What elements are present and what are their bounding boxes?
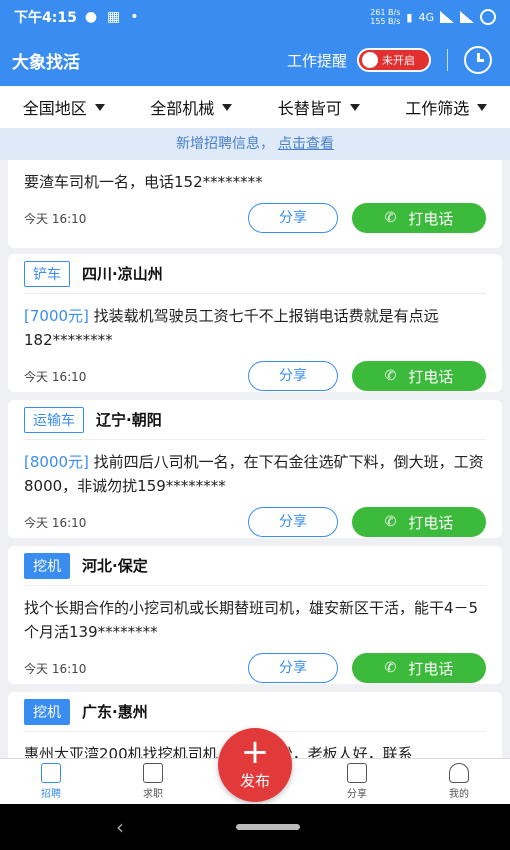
dot-icon: •: [130, 9, 139, 25]
wechat-icon: ●: [84, 9, 98, 25]
call-button[interactable]: ✆ 打电话: [352, 507, 486, 537]
filter-bar: 全国地区 全部机械 长替皆可 工作筛选: [0, 86, 510, 128]
signal-icon-2: [460, 11, 474, 23]
phone-icon: ✆: [384, 514, 397, 530]
job-footer: 今天 16:10 分享 ✆ 打电话: [24, 194, 486, 242]
document-icon: [41, 763, 61, 783]
job-card[interactable]: 运输车 辽宁·朝阳 [8000元] 找前四后八司机一名，在下石金往选矿下料，倒大…: [8, 400, 502, 538]
battery-icon: [480, 9, 496, 25]
job-location: 四川·凉山州: [82, 265, 163, 283]
machine-tag: 铲车: [24, 260, 70, 287]
job-header: 铲车 四川·凉山州: [24, 254, 486, 294]
share-button[interactable]: 分享: [248, 507, 338, 537]
job-description: 找个长期合作的小挖司机或长期替班司机，雄安新区干活，能干4－5个月活139***…: [24, 599, 479, 641]
machine-tag: 挖机: [24, 552, 70, 579]
job-footer: 今天 16:10 分享 ✆ 打电话: [24, 352, 486, 400]
filter-work[interactable]: 工作筛选: [405, 95, 488, 119]
phone-icon: ✆: [384, 368, 397, 384]
status-time: 下午4:15: [14, 10, 77, 26]
plus-icon: +: [240, 732, 270, 772]
job-location: 广东·惠州: [82, 703, 148, 721]
phone-icon: ✆: [384, 210, 397, 226]
job-location: 河北·保定: [82, 557, 148, 575]
tab-mine[interactable]: 我的: [408, 759, 510, 804]
job-card[interactable]: 要渣车司机一名，电话152******** 今天 16:10 分享 ✆ 打电话: [8, 160, 502, 248]
toggle-knob: [362, 52, 378, 68]
calendar-icon: ▦: [107, 9, 121, 25]
job-description: 要渣车司机一名，电话152********: [24, 173, 263, 191]
home-pill[interactable]: [236, 824, 300, 830]
job-time: 今天 16:10: [24, 369, 87, 384]
share-button[interactable]: 分享: [248, 361, 338, 391]
job-time: 今天 16:10: [24, 515, 87, 530]
caret-down-icon: [94, 103, 105, 111]
caret-down-icon: [477, 103, 488, 111]
back-icon[interactable]: ‹: [116, 815, 124, 839]
job-price: [7000元]: [24, 307, 89, 325]
clock-icon[interactable]: [464, 46, 492, 74]
signal-icon: [440, 11, 454, 23]
network-speed: 261 B/s 155 B/s: [370, 8, 401, 26]
job-feed[interactable]: 要渣车司机一名，电话152******** 今天 16:10 分享 ✆ 打电话 铲…: [0, 160, 510, 758]
header-divider: [447, 49, 448, 71]
machine-tag: 挖机: [24, 698, 70, 725]
filter-machinery[interactable]: 全部机械: [150, 95, 233, 119]
call-button[interactable]: ✆ 打电话: [352, 653, 486, 683]
share-button[interactable]: 分享: [248, 653, 338, 683]
machine-tag: 运输车: [24, 406, 84, 433]
network-type: 4G: [418, 10, 434, 24]
new-jobs-notice: 新增招聘信息， 点击查看: [0, 128, 510, 160]
vibrate-icon: ▮: [406, 10, 413, 24]
job-location: 辽宁·朝阳: [96, 411, 162, 429]
call-button[interactable]: ✆ 打电话: [352, 203, 486, 233]
share-button[interactable]: 分享: [248, 203, 338, 233]
reminder-toggle[interactable]: 未开启: [357, 48, 431, 72]
job-footer: 今天 16:10 分享 ✆ 打电话: [24, 498, 486, 546]
tab-share[interactable]: 分享: [306, 759, 408, 804]
filter-shift[interactable]: 长替皆可: [278, 95, 360, 119]
status-bar: 下午4:15 ● ▦ • 261 B/s 155 B/s ▮ 4G: [0, 0, 510, 34]
job-time: 今天 16:10: [24, 661, 87, 676]
job-price: [8000元]: [24, 453, 89, 471]
caret-down-icon: [349, 103, 360, 111]
app-header: 大象找活 工作提醒 未开启: [0, 34, 510, 86]
job-card[interactable]: 铲车 四川·凉山州 [7000元] 找装载机驾驶员工资七千不上报销电话费就是有点…: [8, 254, 502, 392]
share-icon: [347, 763, 367, 783]
call-button[interactable]: ✆ 打电话: [352, 361, 486, 391]
tab-job-seeking[interactable]: 求职: [102, 759, 204, 804]
job-time: 今天 16:10: [24, 211, 87, 226]
person-icon: [449, 763, 469, 783]
publish-button[interactable]: + 发布: [218, 728, 292, 802]
job-header: 挖机 河北·保定: [24, 546, 486, 586]
system-nav-bar: ‹: [0, 804, 510, 850]
job-card[interactable]: 挖机 河北·保定 找个长期合作的小挖司机或长期替班司机，雄安新区干活，能干4－5…: [8, 546, 502, 684]
job-header: 挖机 广东·惠州: [24, 692, 486, 732]
job-footer: 今天 16:10 分享 ✆ 打电话: [24, 644, 486, 692]
caret-down-icon: [222, 103, 233, 111]
phone-icon: ✆: [384, 660, 397, 676]
job-header: 运输车 辽宁·朝阳: [24, 400, 486, 440]
app-title: 大象找活: [12, 52, 80, 73]
tab-recruit[interactable]: 招聘: [0, 759, 102, 804]
filter-region[interactable]: 全国地区: [23, 95, 105, 119]
job-description: [8000元] 找前四后八司机一名，在下石金往选矿下料，倒大班，工资8000，非…: [24, 453, 484, 495]
work-reminder-label: 工作提醒: [286, 51, 347, 70]
profile-card-icon: [143, 763, 163, 783]
job-description: [7000元] 找装载机驾驶员工资七千不上报销电话费就是有点远182******…: [24, 307, 439, 349]
toggle-label: 未开启: [382, 54, 415, 67]
view-new-jobs-link[interactable]: 点击查看: [278, 136, 334, 152]
